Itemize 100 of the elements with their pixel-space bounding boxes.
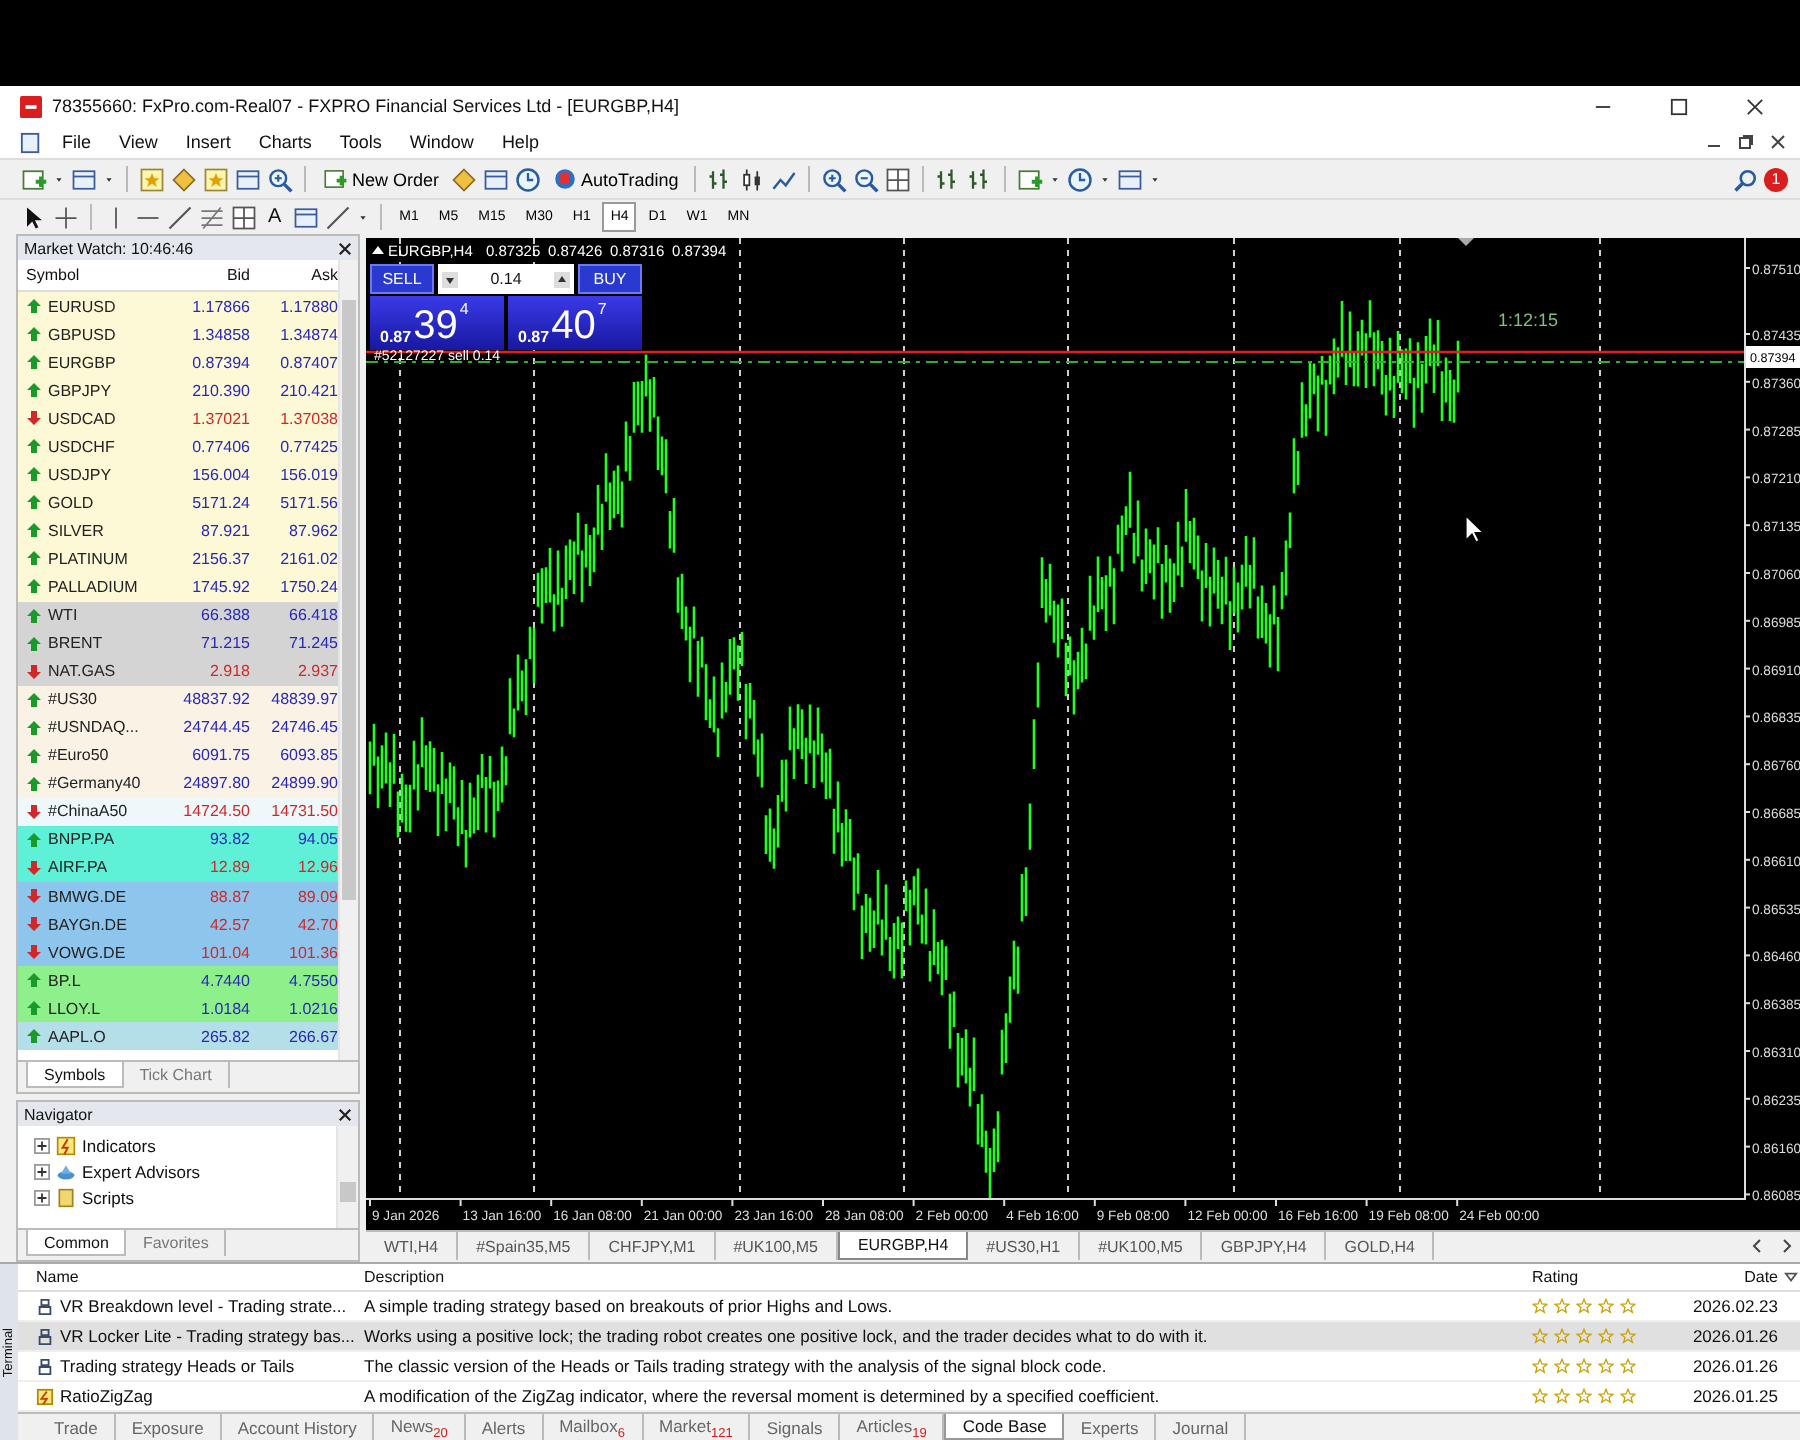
market-watch-row[interactable]: GBPJPY 210.390 210.421: [18, 376, 338, 405]
buy-button[interactable]: BUY: [578, 264, 642, 294]
rating-star[interactable]: [1598, 1388, 1614, 1404]
rating-star[interactable]: [1576, 1388, 1592, 1404]
market-watch-row[interactable]: NAT.GAS 2.918 2.937: [18, 657, 338, 686]
market-watch-row[interactable]: SILVER 87.921 87.962: [18, 516, 338, 545]
scroll-right-icon[interactable]: [1778, 1238, 1794, 1254]
market-watch-row[interactable]: GOLD 5171.24 5171.56: [18, 488, 338, 517]
menu-item[interactable]: File: [50, 132, 104, 152]
rating-star[interactable]: [1598, 1328, 1614, 1344]
text-tool-button[interactable]: A: [262, 206, 288, 228]
market-watch-row[interactable]: #ChinaA50 14724.50 14731.50: [18, 797, 338, 826]
column-header[interactable]: Symbol: [18, 266, 162, 284]
rating-star[interactable]: [1576, 1328, 1592, 1344]
chart-tab[interactable]: CHFJPY,M1: [590, 1232, 716, 1260]
rating-star[interactable]: [1532, 1298, 1548, 1314]
auto-trading-button[interactable]: AutoTrading: [545, 162, 685, 196]
rating-star[interactable]: [1598, 1298, 1614, 1314]
search-icon[interactable]: [1732, 165, 1760, 193]
zoom-out-icon[interactable]: [852, 165, 881, 193]
close-icon[interactable]: [338, 241, 352, 255]
panel-tab[interactable]: Common: [26, 1230, 127, 1256]
chart-tab[interactable]: #US30,H1: [968, 1232, 1081, 1260]
scrollbar[interactable]: [336, 1126, 358, 1228]
chart-tab[interactable]: GBPJPY,H4: [1202, 1232, 1327, 1260]
fibonacci-icon[interactable]: [198, 203, 226, 231]
chart-tab[interactable]: EURGBP,H4: [837, 1232, 969, 1260]
panel-tab[interactable]: Favorites: [126, 1230, 227, 1256]
terminal-tab[interactable]: Journal: [1156, 1414, 1247, 1440]
column-header[interactable]: Ask: [250, 266, 338, 284]
terminal-tab[interactable]: News$_{20}$: [374, 1414, 466, 1440]
close-icon[interactable]: [338, 1107, 352, 1121]
price-chart[interactable]: [366, 238, 1800, 1230]
market-watch-row[interactable]: AAPL.O 265.82 266.67: [18, 1022, 338, 1051]
menu-item[interactable]: View: [107, 132, 170, 152]
market-watch-row[interactable]: VOWG.DE 101.04 101.36: [18, 938, 338, 967]
market-watch-row[interactable]: PALLADIUM 1745.92 1750.24: [18, 572, 338, 602]
rating-star[interactable]: [1554, 1388, 1570, 1404]
chart-tab[interactable]: WTI,H4: [366, 1232, 459, 1260]
market-watch-row[interactable]: BNPP.PA 93.82 94.05: [18, 825, 338, 854]
close-icon[interactable]: [1770, 134, 1786, 150]
sort-icon[interactable]: [1784, 1270, 1798, 1284]
rating-star[interactable]: [1620, 1298, 1636, 1314]
decrease-icon[interactable]: [442, 271, 458, 287]
market-watch-row[interactable]: LLOY.L 1.0184 1.0216: [18, 994, 338, 1023]
market-watch-row[interactable]: #US30 48837.92 48839.97: [18, 685, 338, 714]
market-watch-row[interactable]: EURUSD 1.17866 1.17880: [18, 292, 338, 321]
column-header[interactable]: Rating: [1532, 1268, 1688, 1286]
market-watch-row[interactable]: BMWG.DE 88.87 89.09: [18, 881, 338, 911]
restore-icon[interactable]: [1738, 134, 1754, 150]
rating-star[interactable]: [1576, 1298, 1592, 1314]
menu-item[interactable]: Tools: [327, 132, 394, 152]
column-header[interactable]: Description: [356, 1268, 1532, 1286]
chart-tab[interactable]: GOLD,H4: [1326, 1232, 1435, 1260]
column-header[interactable]: Name: [18, 1268, 356, 1286]
market-watch-row[interactable]: BRENT 71.215 71.245: [18, 629, 338, 658]
column-header[interactable]: Bid: [162, 266, 250, 284]
chart-shift-marker[interactable]: [1458, 238, 1474, 246]
trendline-icon[interactable]: [166, 203, 194, 231]
rating-star[interactable]: [1554, 1328, 1570, 1344]
rating-star[interactable]: [1554, 1358, 1570, 1374]
maximize-icon[interactable]: [1670, 97, 1688, 115]
rating-star[interactable]: [1598, 1358, 1614, 1374]
rating-star[interactable]: [1532, 1358, 1548, 1374]
market-watch-row[interactable]: AIRF.PA 12.89 12.96: [18, 853, 338, 882]
lot-size-field[interactable]: 0.14: [438, 264, 574, 294]
rating-star[interactable]: [1620, 1358, 1636, 1374]
new-order-button[interactable]: New Order: [316, 162, 446, 196]
rating-star[interactable]: [1576, 1358, 1592, 1374]
terminal-tab[interactable]: Account History: [221, 1414, 375, 1440]
expand-icon[interactable]: [34, 1137, 50, 1153]
code-base-row[interactable]: Trading strategy Heads or Tails The classic version of the Heads or Tails trading strategy with the analysis of the signal block code. 2026.01.26: [18, 1352, 1800, 1382]
terminal-tab[interactable]: Exposure: [115, 1414, 222, 1440]
menu-item[interactable]: Insert: [173, 132, 243, 152]
new-chart-icon[interactable]: [20, 165, 48, 193]
panel-tab[interactable]: Tick Chart: [123, 1062, 230, 1088]
market-watch-row[interactable]: BAYGn.DE 42.57 42.70: [18, 910, 338, 939]
code-base-row[interactable]: VR Locker Lite - Trading strategy bas... Works using a positive lock; the trading robot creates one positive lock, and the trader decides what to do with it. 2026.01.26: [18, 1322, 1800, 1352]
scrollbar[interactable]: [338, 260, 358, 1060]
market-watch-row[interactable]: #Euro50 6091.75 6093.85: [18, 741, 338, 770]
expand-icon[interactable]: [34, 1163, 50, 1179]
market-watch-row[interactable]: USDJPY 156.004 156.019: [18, 460, 338, 489]
increase-icon[interactable]: [553, 271, 570, 287]
menu-item[interactable]: Help: [489, 132, 551, 152]
market-watch-row[interactable]: EURGBP 0.87394 0.87407: [18, 348, 338, 377]
market-watch-row[interactable]: #USNDAQ... 24744.45 24746.45: [18, 713, 338, 742]
terminal-tab[interactable]: Market$_{121}$: [643, 1414, 751, 1440]
rating-star[interactable]: [1620, 1328, 1636, 1344]
terminal-tab[interactable]: Mailbox$_{6}$: [543, 1414, 643, 1440]
navigator-item[interactable]: Indicators: [82, 1135, 156, 1155]
rating-star[interactable]: [1532, 1388, 1548, 1404]
terminal-tab[interactable]: Alerts: [465, 1414, 544, 1440]
terminal-tab[interactable]: Experts: [1064, 1414, 1157, 1440]
panel-tab[interactable]: Symbols: [26, 1062, 124, 1088]
market-watch-row[interactable]: #Germany40 24897.80 24899.90: [18, 769, 338, 798]
chart-tab[interactable]: #UK100,M5: [1080, 1232, 1203, 1260]
rating-star[interactable]: [1554, 1298, 1570, 1314]
chart-tab[interactable]: #Spain35,M5: [458, 1232, 591, 1260]
terminal-tab[interactable]: Signals: [750, 1414, 841, 1440]
scroll-left-icon[interactable]: [1750, 1238, 1766, 1254]
